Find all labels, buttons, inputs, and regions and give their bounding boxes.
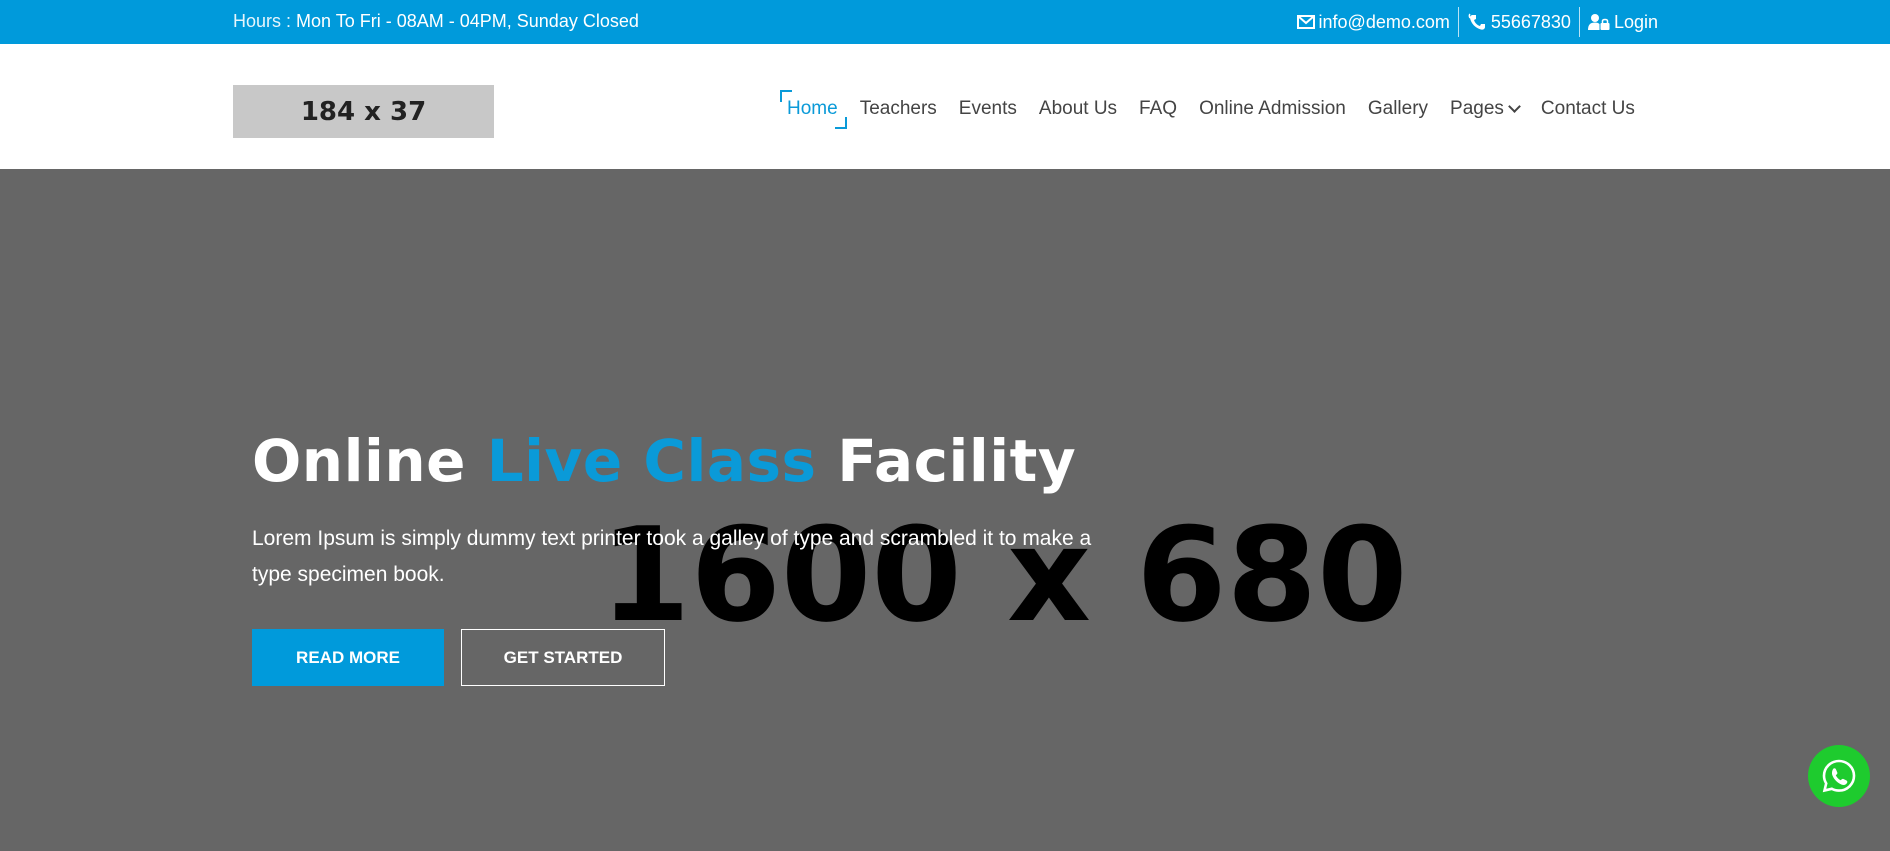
phone-icon [1468,13,1485,30]
nav-pages[interactable]: Pages [1450,98,1521,120]
envelope-icon [1296,15,1315,29]
read-more-button[interactable]: READ MORE [252,629,444,686]
hero-banner: 1600 x 680 Online Live Class Facility Lo… [0,169,1890,851]
nav-home[interactable]: Home [780,90,847,129]
nav-home-label: Home [787,98,838,119]
nav-faq[interactable]: FAQ [1139,98,1177,120]
site-logo[interactable]: 184 x 37 [233,85,494,138]
hero-title: Online Live Class Facility [252,427,1076,495]
hours-label: Hours : [233,11,292,31]
hero-description: Lorem Ipsum is simply dummy text printer… [252,527,1092,586]
hero-title-part2: Facility [837,427,1077,495]
divider [1457,7,1459,37]
get-started-button[interactable]: GET STARTED [461,629,665,686]
hero-title-accent: Live Class [486,427,817,495]
logo-text: 184 x 37 [300,96,427,127]
phone-link[interactable]: 55667830 [1459,12,1579,33]
active-corner-top [780,90,792,102]
hours-value: Mon To Fri - 08AM - 04PM, Sunday Closed [296,11,639,31]
user-lock-icon [1587,14,1610,30]
login-text: Login [1613,11,1658,32]
contact-links: info@demo.com 55667830 Login [1289,0,1658,44]
nav-teachers[interactable]: Teachers [860,98,937,120]
hero-title-part1: Online [252,427,466,495]
chevron-down-icon [1508,100,1521,113]
whatsapp-button[interactable] [1808,745,1870,807]
phone-text: 55667830 [1490,11,1571,32]
divider [1578,7,1580,37]
whatsapp-icon [1822,759,1856,793]
nav-events[interactable]: Events [959,98,1017,120]
top-info-bar: Hours : Mon To Fri - 08AM - 04PM, Sunday… [0,0,1890,44]
login-link[interactable]: Login [1580,12,1658,33]
email-link[interactable]: info@demo.com [1289,12,1458,33]
opening-hours: Hours : Mon To Fri - 08AM - 04PM, Sunday… [233,11,639,32]
nav-gallery[interactable]: Gallery [1368,98,1428,120]
nav-pages-label: Pages [1450,98,1504,119]
main-nav: Home Teachers Events About Us FAQ Online… [776,90,1646,129]
nav-contact-us[interactable]: Contact Us [1541,98,1635,120]
active-corner-bottom [834,117,847,129]
site-header: 184 x 37 Home Teachers Events About Us F… [0,44,1890,169]
nav-about-us[interactable]: About Us [1039,98,1117,120]
email-text: info@demo.com [1318,11,1450,32]
nav-online-admission[interactable]: Online Admission [1199,98,1346,120]
